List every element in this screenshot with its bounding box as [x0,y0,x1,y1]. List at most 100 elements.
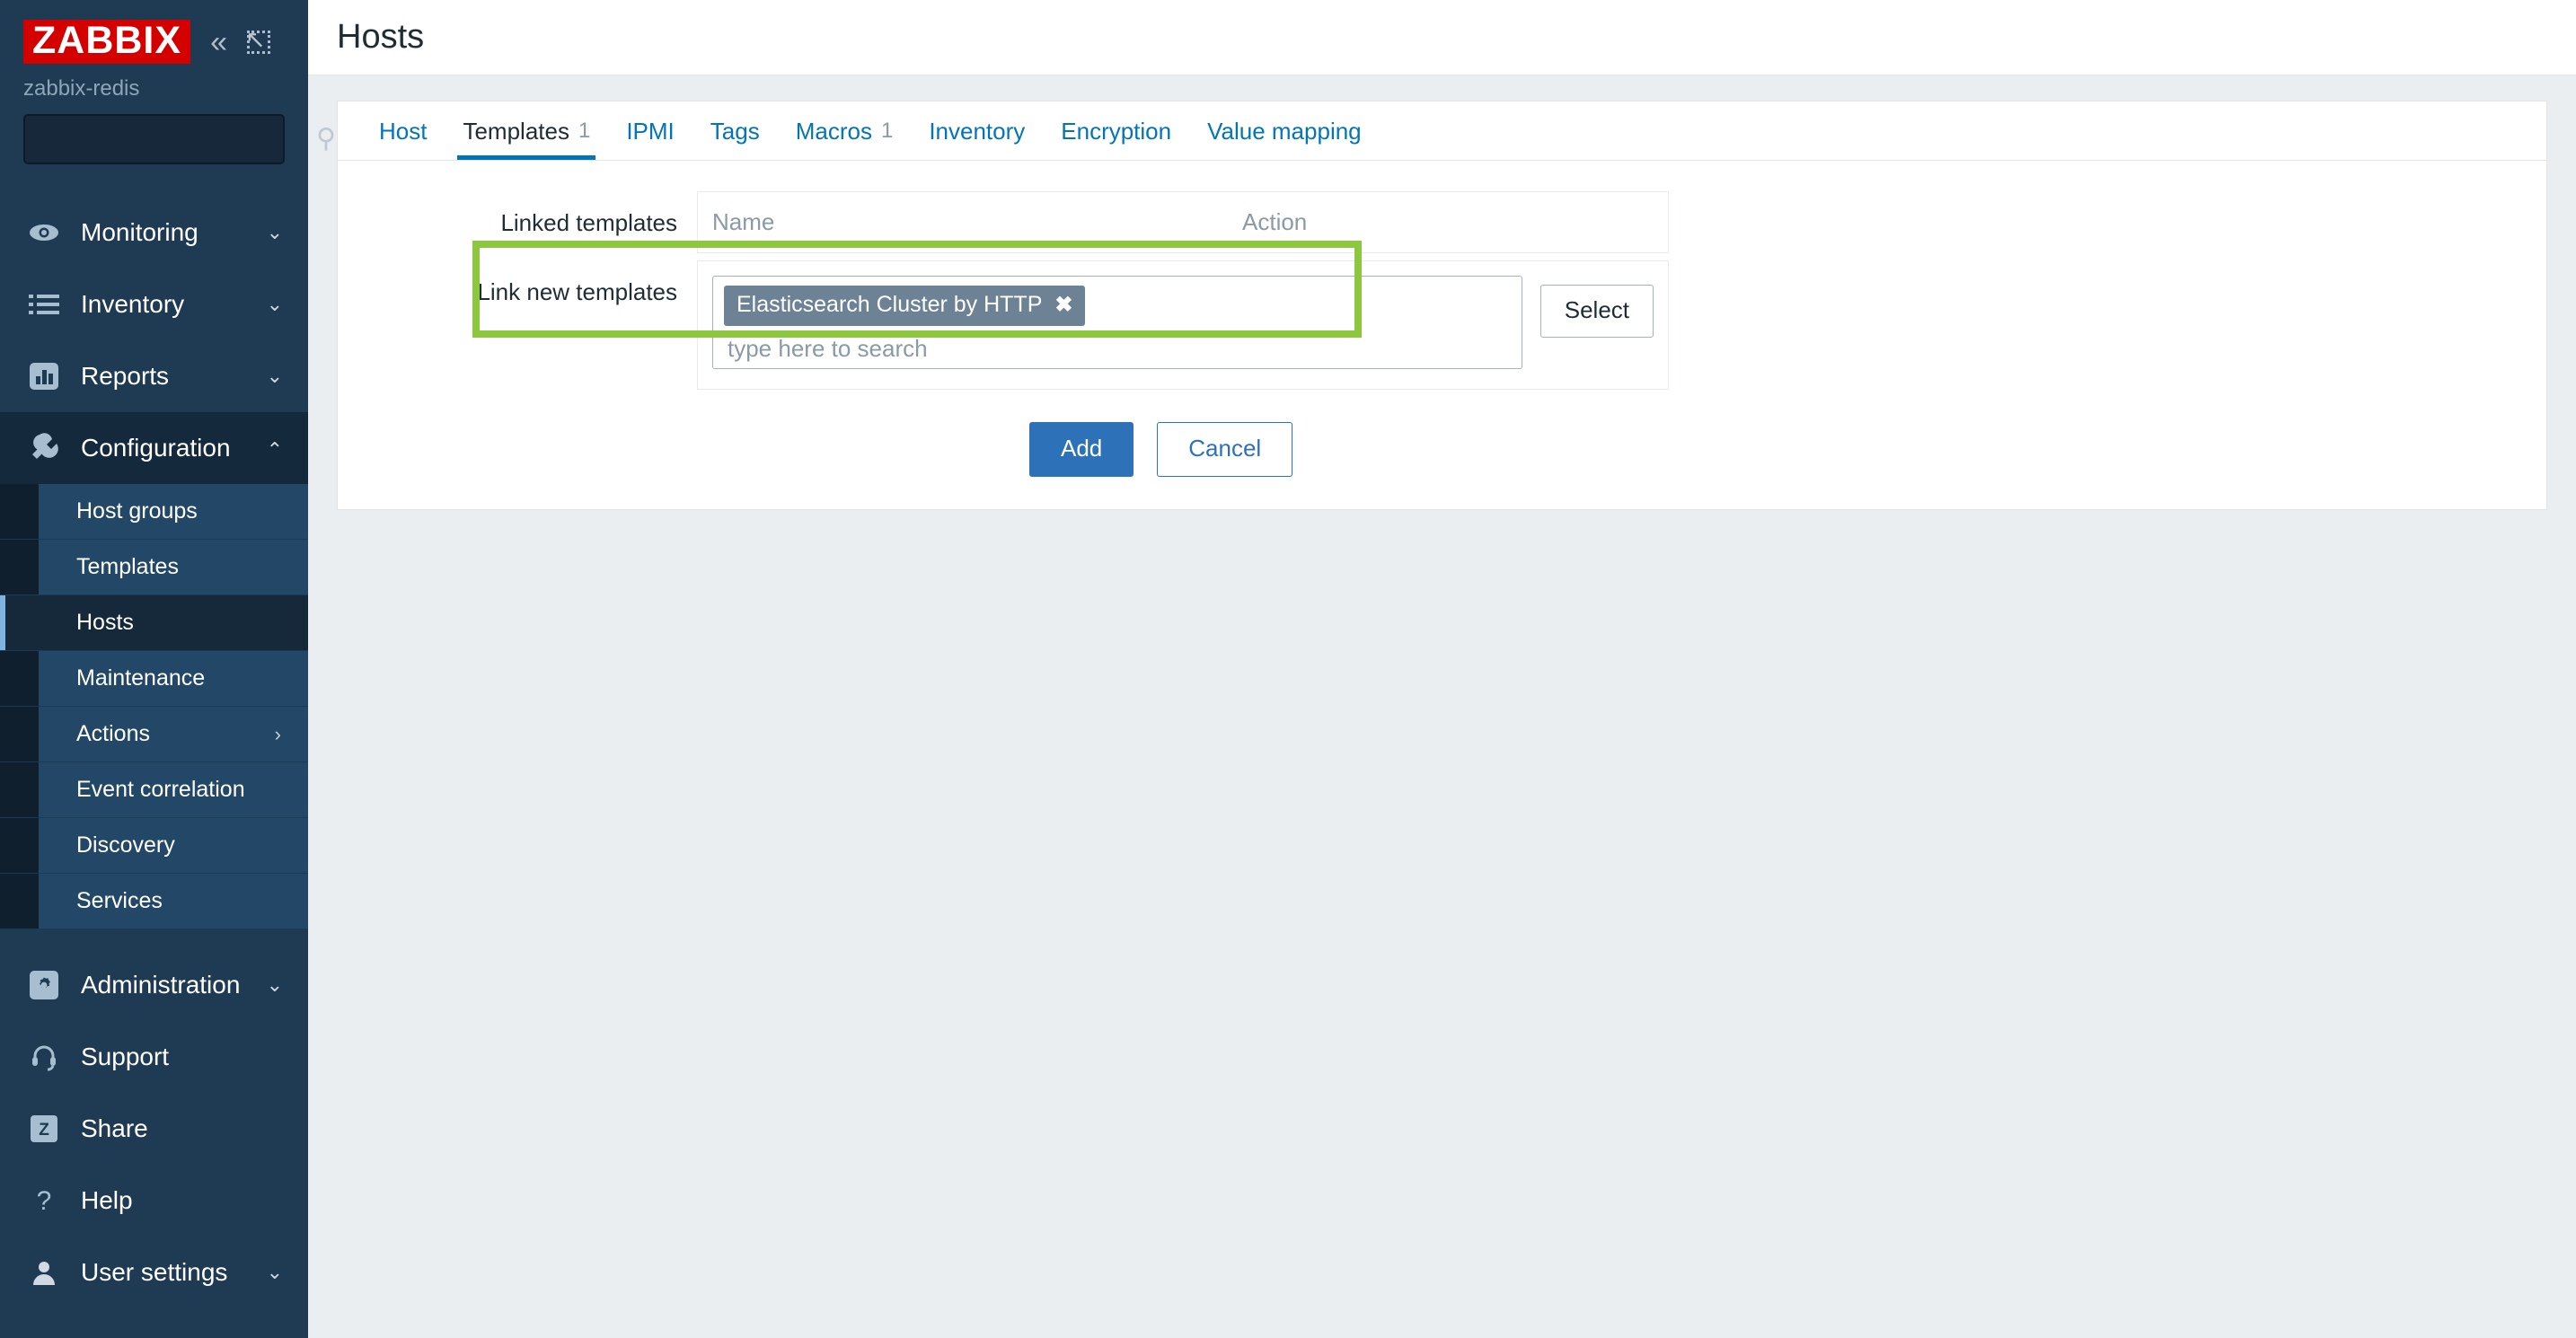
chevron-down-icon: ⌄ [266,221,283,243]
app-root: ZABBIX « ↖ zabbix-redis ⚲ Monitoring ⌄ I… [0,0,2576,1338]
tab-encryption[interactable]: Encryption [1043,101,1189,160]
configuration-submenu-holder: Host groups Templates Hosts Maintenance … [0,484,308,929]
link-new-templates-inner: Elasticsearch Cluster by HTTP ✖ type her… [697,260,1669,390]
sidebar-item-label: Support [81,1043,170,1070]
host-edit-card: Host Templates 1 IPMI Tags Macros 1 Inve… [337,101,2547,510]
add-button[interactable]: Add [1029,422,1134,477]
main-area: Hosts Host Templates 1 IPMI Tags Macros … [308,0,2576,1338]
column-header-name: Name [712,208,775,235]
template-chip-label: Elasticsearch Cluster by HTTP [737,292,1043,317]
select-button[interactable]: Select [1539,285,1654,338]
sidebar-item-reports[interactable]: Reports ⌄ [0,340,308,412]
sidebar-subitem-services[interactable]: Services [0,874,308,929]
sidebar-item-label: Reports [81,362,170,390]
sidebar-subitem-actions[interactable]: Actions › [0,707,308,762]
sidebar-subitem-hosts[interactable]: Hosts [0,595,308,651]
link-new-templates-box: Elasticsearch Cluster by HTTP ✖ type her… [472,241,1669,390]
subitem-label: Maintenance [76,665,206,691]
close-icon[interactable]: ✖ [1054,294,1072,316]
subitem-label: Templates [76,554,179,579]
tab-tags[interactable]: Tags [693,101,778,160]
search-icon: ⚲ [316,124,336,154]
tab-ipmi[interactable]: IPMI [608,101,692,160]
tab-count: 1 [880,118,894,143]
user-icon [23,1259,65,1286]
linked-templates-label: Linked templates [500,209,677,236]
gear-icon [23,970,65,1000]
form-actions: Add Cancel [338,422,2546,477]
chevron-down-icon: ⌄ [266,293,283,315]
sidebar-subitem-host-groups[interactable]: Host groups [0,484,308,540]
sidebar-item-configuration[interactable]: Configuration ⌄ [0,412,308,484]
sidebar-item-label: Share [81,1114,148,1142]
sidebar-item-administration[interactable]: Administration ⌄ [0,949,308,1021]
sidebar-item-label: Administration [81,971,241,999]
linked-templates-table: Name Action [697,191,1669,253]
sidebar-item-support[interactable]: Support [0,1021,308,1093]
sidebar-subitem-templates[interactable]: Templates [0,540,308,595]
tab-count: 1 [578,118,591,143]
templates-multiselect[interactable]: Elasticsearch Cluster by HTTP ✖ type her… [712,276,1522,369]
subitem-label: Event correlation [76,777,245,802]
bar-chart-icon [23,362,65,391]
zabbix-z-icon: Z [23,1115,65,1142]
wrench-icon [23,433,65,463]
eye-icon [23,222,65,243]
search-box[interactable]: ⚲ [23,114,336,164]
tab-label: Host [379,117,428,145]
logo-row: ZABBIX « ↖ [23,20,285,64]
column-header-action: Action [1242,208,1308,235]
tab-label: Macros [795,117,872,145]
sidebar-item-label: Inventory [81,290,185,318]
chevron-right-icon: › [274,722,281,745]
chevron-down-icon: ⌄ [266,365,283,387]
subitem-label: Services [76,888,163,913]
subitem-label: Hosts [76,610,134,635]
tab-bar: Host Templates 1 IPMI Tags Macros 1 Inve… [338,101,2546,161]
tab-host[interactable]: Host [361,101,445,160]
sidebar-item-user-settings[interactable]: User settings ⌄ [0,1237,308,1308]
tab-label: Templates [463,117,569,145]
sidebar-item-label: Help [81,1186,133,1214]
templates-search-placeholder[interactable]: type here to search [724,326,1511,363]
expand-arrow-icon[interactable]: ↖ [245,27,270,54]
sidebar-item-label: User settings [81,1258,228,1286]
page-header: Hosts [308,0,2576,75]
chevron-down-icon: ⌄ [266,1261,283,1283]
sidebar-subitem-discovery[interactable]: Discovery [0,818,308,874]
double-chevron-left-icon[interactable]: « [210,27,227,57]
sidebar-top: ZABBIX « ↖ zabbix-redis [0,0,308,101]
templates-form: Linked templates Name Action Link new te… [338,161,2546,509]
tab-label: Tags [710,117,760,145]
sidebar-search-wrap: ⚲ [0,101,336,164]
headset-icon [23,1043,65,1071]
tab-macros[interactable]: Macros 1 [778,101,912,160]
sidebar-subitem-event-correlation[interactable]: Event correlation [0,762,308,818]
chevron-down-icon: ⌄ [266,973,283,996]
cancel-button[interactable]: Cancel [1157,422,1293,477]
configuration-submenu: Host groups Templates Hosts Maintenance … [0,484,308,929]
linked-templates-header: Name Action [712,208,1654,236]
sidebar-item-inventory[interactable]: Inventory ⌄ [0,268,308,340]
tab-templates[interactable]: Templates 1 [445,101,608,160]
list-icon [23,293,65,316]
chevron-up-icon: ⌄ [266,437,283,460]
sidebar-subitem-maintenance[interactable]: Maintenance [0,651,308,707]
sidebar-item-label: Configuration [81,434,231,462]
subitem-label: Discovery [76,832,175,858]
search-input[interactable] [38,127,316,152]
sidebar-item-help[interactable]: ? Help [0,1165,308,1237]
tab-label: IPMI [626,117,675,145]
tab-value-mapping[interactable]: Value mapping [1189,101,1380,160]
tab-label: Value mapping [1207,117,1362,145]
template-chip[interactable]: Elasticsearch Cluster by HTTP ✖ [724,286,1086,326]
sidebar-item-monitoring[interactable]: Monitoring ⌄ [0,197,308,268]
subitem-label: Host groups [76,498,198,524]
link-new-templates-row: Link new templates Elasticsearch Cluster… [338,241,2546,390]
server-name: zabbix-redis [23,76,140,101]
sidebar-item-share[interactable]: Z Share [0,1093,308,1165]
zabbix-logo[interactable]: ZABBIX [23,20,191,64]
tab-inventory[interactable]: Inventory [911,101,1043,160]
sidebar-nav: Monitoring ⌄ Inventory ⌄ Reports ⌄ Confi… [0,197,308,1308]
linked-templates-row: Linked templates Name Action [338,191,2546,253]
